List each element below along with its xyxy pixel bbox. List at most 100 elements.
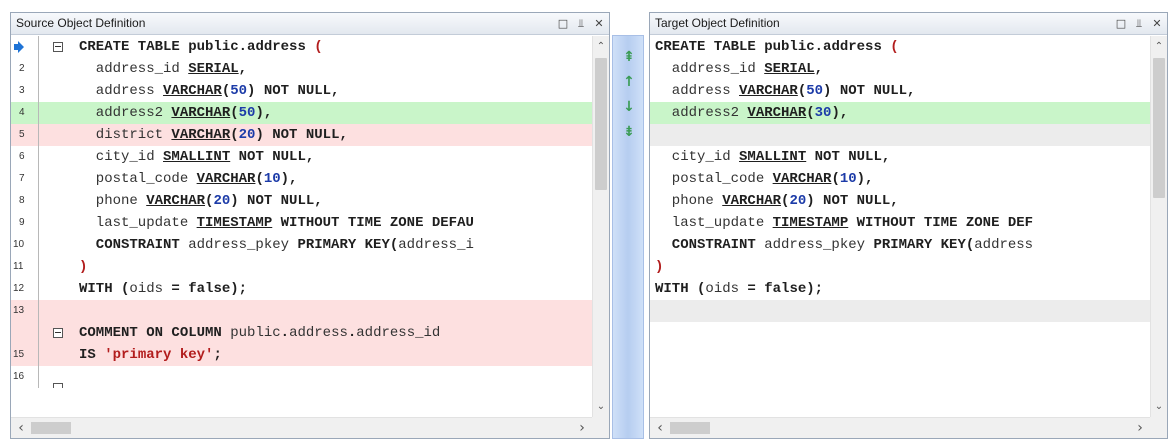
code-line[interactable]: last_update TIMESTAMP WITHOUT TIME ZONE … — [650, 212, 1150, 234]
fold-toggle-icon[interactable] — [53, 328, 63, 338]
previous-difference-icon[interactable]: ↑ — [620, 73, 638, 91]
code-text: CONSTRAINT address_pkey PRIMARY KEY(addr… — [655, 234, 1033, 256]
scroll-down-icon[interactable]: ⌄ — [593, 398, 609, 415]
code-token: VARCHAR — [747, 105, 807, 121]
code-line[interactable]: 4 address2 VARCHAR(50), — [11, 102, 592, 124]
code-token: WITHOUT TIME ZONE DEF — [848, 215, 1034, 231]
line-number: 6 — [19, 151, 25, 162]
code-line[interactable]: 2 address_id SERIAL, — [11, 58, 592, 80]
code-line[interactable]: 15 IS 'primary key'; — [11, 344, 592, 366]
code-line[interactable]: 3 address VARCHAR(50) NOT NULL, — [11, 80, 592, 102]
restore-icon[interactable]: □ — [1115, 13, 1127, 34]
line-gutter: 11 — [11, 256, 39, 278]
code-token: 30 — [814, 105, 832, 121]
code-token: . — [280, 325, 290, 341]
code-line[interactable]: CREATE TABLE public.address ( — [650, 36, 1150, 58]
code-token: city_id — [79, 149, 164, 165]
code-line[interactable]: address VARCHAR(50) NOT NULL, — [650, 80, 1150, 102]
code-line[interactable]: CREATE TABLE public.address ( — [11, 36, 592, 58]
code-token: ( — [881, 39, 899, 55]
next-difference-icon[interactable]: ↓ — [620, 98, 638, 116]
line-gutter: 16 — [11, 366, 39, 388]
line-gutter: 12 — [11, 278, 39, 300]
code-line[interactable]: address2 VARCHAR(30), — [650, 102, 1150, 124]
pin-icon[interactable]: ⫫ — [575, 13, 587, 34]
first-difference-icon[interactable]: ⇞ — [620, 48, 638, 66]
code-token: ; — [213, 347, 222, 363]
code-token: CREATE TABLE — [79, 39, 189, 55]
code-token: TIMESTAMP — [196, 215, 273, 231]
scroll-right-icon[interactable]: › — [1132, 418, 1148, 438]
code-text: CONSTRAINT address_pkey PRIMARY KEY(addr… — [79, 234, 474, 256]
code-text: city_id SMALLINT NOT NULL, — [79, 146, 314, 168]
target-vertical-scrollbar[interactable]: ⌃ ⌄ — [1150, 36, 1167, 417]
code-token: VARCHAR — [739, 83, 798, 99]
code-token: IS — [79, 347, 105, 363]
code-line[interactable]: 16 — [11, 366, 592, 388]
code-text: ) — [79, 256, 87, 278]
code-token: 10 — [839, 171, 857, 187]
restore-icon[interactable]: □ — [557, 13, 569, 34]
code-line[interactable]: address_id SERIAL, — [650, 58, 1150, 80]
code-line[interactable]: COMMENT ON COLUMN public.address.address… — [11, 322, 592, 344]
scroll-up-icon[interactable]: ⌃ — [593, 38, 609, 55]
code-token: = false); — [739, 281, 824, 297]
code-text: CREATE TABLE public.address ( — [79, 36, 323, 58]
line-number: 11 — [13, 261, 24, 272]
code-line[interactable]: phone VARCHAR(20) NOT NULL, — [650, 190, 1150, 212]
code-token: address_id — [79, 61, 189, 77]
code-token: address_pkey — [764, 237, 866, 253]
code-line[interactable]: postal_code VARCHAR(10), — [650, 168, 1150, 190]
code-line[interactable]: ) — [650, 256, 1150, 278]
scroll-right-icon[interactable]: › — [574, 418, 590, 438]
code-text: IS 'primary key'; — [79, 344, 222, 366]
close-icon[interactable]: ✕ — [593, 13, 605, 34]
fold-toggle-icon[interactable] — [53, 42, 63, 52]
code-line[interactable]: 9 last_update TIMESTAMP WITHOUT TIME ZON… — [11, 212, 592, 234]
last-difference-icon[interactable]: ⇟ — [620, 123, 638, 141]
pin-icon[interactable]: ⫫ — [1133, 13, 1145, 34]
code-line[interactable]: 10 CONSTRAINT address_pkey PRIMARY KEY(a… — [11, 234, 592, 256]
scroll-down-icon[interactable]: ⌄ — [1151, 398, 1167, 415]
code-line[interactable]: 12 WITH (oids = false); — [11, 278, 592, 300]
code-token: city_id — [655, 149, 740, 165]
fold-toggle-icon[interactable] — [53, 383, 63, 388]
source-horizontal-scrollbar[interactable]: ‹ › — [11, 417, 592, 438]
code-line[interactable]: CONSTRAINT address_pkey PRIMARY KEY(addr… — [650, 234, 1150, 256]
code-token: PRIMARY KEY( — [289, 237, 399, 253]
code-line[interactable]: 5 district VARCHAR(20) NOT NULL, — [11, 124, 592, 146]
target-code-editor[interactable]: CREATE TABLE public.address ( address_id… — [650, 36, 1150, 417]
scroll-left-icon[interactable]: ‹ — [13, 418, 29, 438]
scroll-up-icon[interactable]: ⌃ — [1151, 38, 1167, 55]
close-icon[interactable]: ✕ — [1151, 13, 1163, 34]
code-token: address2 — [79, 105, 172, 121]
code-token: ) NOT NULL, — [247, 83, 340, 99]
code-token: ( — [255, 171, 264, 187]
code-line[interactable]: 11) — [11, 256, 592, 278]
code-line[interactable] — [650, 300, 1150, 322]
code-line[interactable]: 7 postal_code VARCHAR(10), — [11, 168, 592, 190]
code-line[interactable]: 13 — [11, 300, 592, 322]
source-hscroll-thumb[interactable] — [31, 422, 71, 434]
target-hscroll-thumb[interactable] — [670, 422, 710, 434]
code-token: 10 — [263, 171, 281, 187]
code-line[interactable]: WITH (oids = false); — [650, 278, 1150, 300]
code-token: TIMESTAMP — [772, 215, 849, 231]
source-vscroll-thumb[interactable] — [595, 58, 607, 190]
code-token: ), — [856, 171, 874, 187]
code-token: phone — [79, 193, 147, 209]
code-token: address — [823, 39, 882, 55]
code-line[interactable] — [650, 124, 1150, 146]
code-token: 50 — [230, 83, 248, 99]
code-line[interactable]: 8 phone VARCHAR(20) NOT NULL, — [11, 190, 592, 212]
code-token: VARCHAR — [163, 83, 222, 99]
code-token: ) NOT NULL, — [230, 193, 323, 209]
source-vertical-scrollbar[interactable]: ⌃ ⌄ — [592, 36, 609, 417]
target-vscroll-thumb[interactable] — [1153, 58, 1165, 198]
code-line[interactable]: 6 city_id SMALLINT NOT NULL, — [11, 146, 592, 168]
source-code-editor[interactable]: CREATE TABLE public.address (2 address_i… — [11, 36, 592, 417]
code-line[interactable]: city_id SMALLINT NOT NULL, — [650, 146, 1150, 168]
target-horizontal-scrollbar[interactable]: ‹ › — [650, 417, 1150, 438]
code-token: 20 — [789, 193, 807, 209]
scroll-left-icon[interactable]: ‹ — [652, 418, 668, 438]
